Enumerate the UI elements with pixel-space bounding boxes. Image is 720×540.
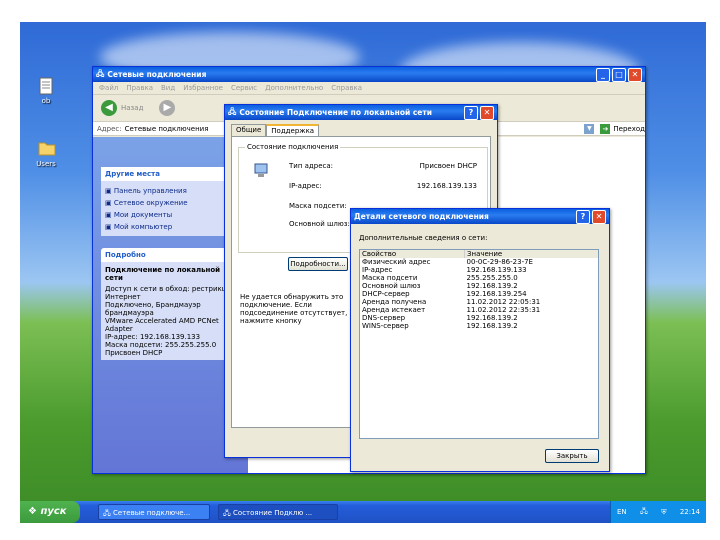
details-line: Интернет	[105, 293, 141, 301]
menu-item-file[interactable]: Файл	[99, 84, 118, 92]
table-row: DHCP-сервер 192.168.139.254	[362, 290, 527, 298]
details-panel: Подробно Подключение по локальной сети Д…	[101, 248, 240, 360]
network-icon: 🖧	[228, 107, 237, 116]
folder-icon	[38, 140, 56, 158]
tray-network-icon[interactable]: 🖧	[640, 507, 648, 518]
status-dialog-title: Состояние Подключение по локальной сети	[239, 108, 432, 117]
taskbar-task-status[interactable]: 🖧 Состояние Подклю ...	[218, 504, 338, 520]
tab-strip: Общие Поддержка	[231, 124, 497, 136]
help-button[interactable]: ?	[576, 209, 590, 224]
column-header-value[interactable]: Значение	[465, 250, 599, 258]
system-tray: EN 🖧 ⛨ 22:14	[610, 501, 706, 523]
desktop-icon-users[interactable]: Users	[26, 140, 66, 168]
tray-security-icon[interactable]: ⛨	[661, 508, 666, 517]
link-my-computer[interactable]: ▣ Мой компьютер	[105, 221, 236, 233]
taskbar: ❖ пуск 🖧 Сетевые подключе... 🖧 Состояние…	[20, 501, 706, 523]
table-row: Физический адрес 00-0C-29-86-23-7E	[362, 258, 533, 266]
text-file-icon	[38, 77, 54, 95]
close-button[interactable]: ✕	[592, 209, 606, 224]
link-my-documents[interactable]: ▣ Мои документы	[105, 209, 236, 221]
window-title: Сетевые подключения	[107, 70, 207, 79]
details-dialog-title: Детали сетевого подключения	[354, 212, 489, 221]
go-button[interactable]: Переход	[613, 125, 645, 133]
menu-item-help[interactable]: Справка	[331, 84, 362, 92]
details-button[interactable]: Подробности...	[288, 257, 348, 271]
start-label: пуск	[40, 506, 67, 517]
computer-network-icon	[253, 162, 271, 182]
maximize-button[interactable]: □	[612, 67, 626, 82]
close-button[interactable]: ✕	[480, 105, 494, 120]
language-indicator[interactable]: EN	[617, 508, 627, 516]
close-dialog-button[interactable]: Закрыть	[545, 449, 599, 463]
link-control-panel[interactable]: ▣ Панель управления	[105, 185, 236, 197]
menu-item-favorites[interactable]: Избранное	[183, 84, 223, 92]
windows-logo-icon: ❖	[28, 506, 37, 517]
address-dropdown-icon[interactable]: ▼	[584, 123, 595, 134]
forward-arrow-icon[interactable]: ▶	[159, 100, 176, 116]
field-label: IP-адрес:	[289, 182, 322, 190]
details-line: Подключено, Брандмауэр	[105, 301, 201, 309]
table-row: Аренда истекает 11.02.2012 22:35:31	[362, 306, 541, 314]
desktop: ob Users 🖧 Сетевые подключения _ □ ✕ Фай…	[20, 22, 706, 523]
menu-item-advanced[interactable]: Дополнительно	[265, 84, 323, 92]
back-label[interactable]: Назад	[121, 104, 143, 112]
details-line: Adapter	[105, 325, 133, 333]
link-network-places[interactable]: ▣ Сетевое окружение	[105, 197, 236, 209]
table-row: IP-адрес 192.168.139.133	[362, 266, 527, 274]
field-value: 192.168.139.133	[416, 182, 477, 190]
tab-general[interactable]: Общие	[231, 124, 267, 136]
back-arrow-icon[interactable]: ◀	[101, 100, 117, 116]
details-title: Подробно	[101, 248, 240, 263]
status-dialog-titlebar[interactable]: 🖧 Состояние Подключение по локальной сет…	[225, 105, 497, 120]
other-places-title: Другие места	[101, 167, 240, 182]
table-row: Основной шлюз 192.168.139.2	[362, 282, 518, 290]
group-title: Состояние подключения	[245, 143, 341, 151]
clock: 22:14	[679, 508, 700, 516]
window-titlebar[interactable]: 🖧 Сетевые подключения _ □ ✕	[93, 67, 645, 82]
details-line: Присвоен DHCP	[105, 349, 163, 357]
field-label: Тип адреса:	[289, 162, 334, 170]
field-label: Основной шлюз:	[289, 220, 350, 228]
help-button[interactable]: ?	[464, 105, 478, 120]
menu-bar: Файл Правка Вид Избранное Сервис Дополни…	[93, 82, 645, 95]
status-note: Не удается обнаружить это подключение. Е…	[240, 293, 348, 325]
details-line: IP-адрес: 192.168.139.133	[105, 333, 201, 341]
close-button[interactable]: ✕	[628, 67, 642, 82]
details-dialog: Детали сетевого подключения ? ✕ Дополнит…	[350, 208, 610, 472]
field-label: Маска подсети:	[289, 202, 347, 210]
table-row: Аренда получена 11.02.2012 22:05:31	[362, 298, 541, 306]
menu-item-view[interactable]: Вид	[161, 84, 175, 92]
details-line: Маска подсети: 255.255.255.0	[105, 341, 217, 349]
network-icon: 🖧	[96, 69, 105, 78]
tab-support[interactable]: Поддержка	[266, 124, 320, 136]
details-caption: Дополнительные сведения о сети:	[359, 234, 488, 242]
other-places-panel: Другие места ▣ Панель управления ▣ Сетев…	[101, 167, 240, 236]
desktop-icon-label: Users	[36, 160, 56, 168]
start-button[interactable]: ❖ пуск	[20, 501, 80, 523]
address-label: Адрес:	[97, 124, 122, 133]
table-row: WINS-сервер 192.168.139.2	[362, 322, 518, 330]
table-row: DNS-сервер 192.168.139.2	[362, 314, 518, 322]
details-line: Доступ к сети в обход: рестрикций	[105, 285, 236, 293]
details-line: брандмауэра	[105, 309, 154, 317]
table-row: Маска подсети 255.255.255.0	[362, 274, 518, 282]
desktop-icon-ob[interactable]: ob	[26, 77, 66, 105]
column-header-property[interactable]: Свойство	[360, 250, 465, 258]
details-list[interactable]: Свойство Значение Физический адрес 00-0C-…	[359, 249, 599, 439]
menu-item-edit[interactable]: Правка	[126, 84, 153, 92]
taskbar-task-network-connections[interactable]: 🖧 Сетевые подключе...	[98, 504, 210, 520]
desktop-icon-label: ob	[41, 97, 51, 105]
details-dialog-titlebar[interactable]: Детали сетевого подключения ? ✕	[351, 209, 609, 224]
minimize-button[interactable]: _	[596, 67, 610, 82]
go-arrow-icon[interactable]: ➔	[600, 123, 611, 134]
details-line: VMware Accelerated AMD PCNet	[105, 317, 219, 325]
menu-item-tools[interactable]: Сервис	[231, 84, 257, 92]
field-value: Присвоен DHCP	[419, 162, 477, 170]
details-connection-name: Подключение по локальной сети	[105, 266, 221, 282]
